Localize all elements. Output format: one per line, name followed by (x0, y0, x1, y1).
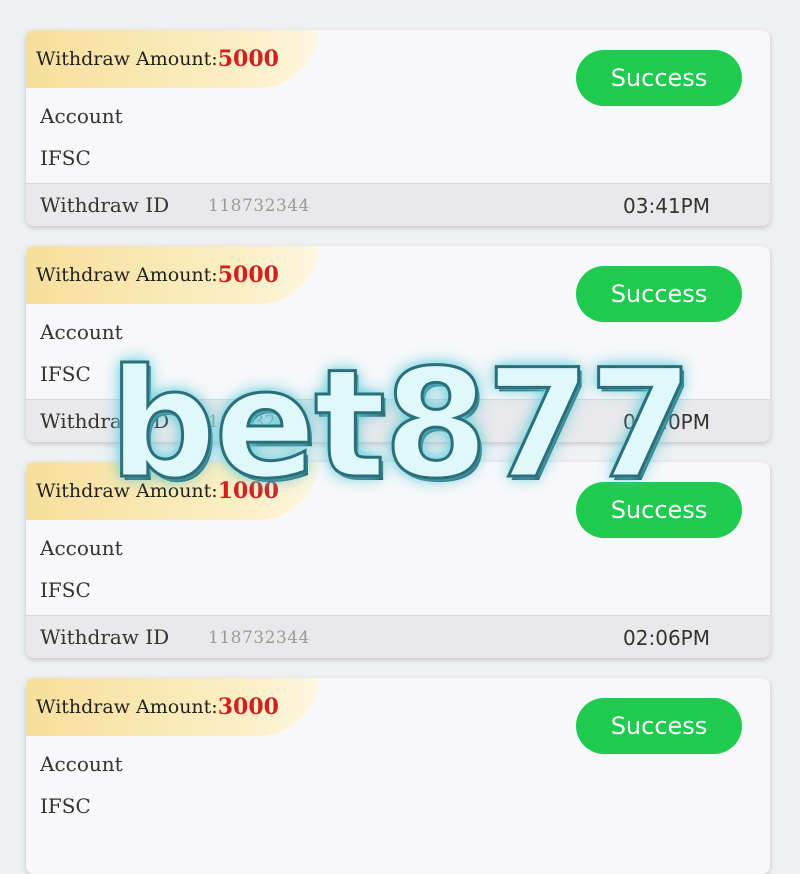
withdraw-record-card: Withdraw Amount: 3000 Success Account IFS… (26, 678, 770, 874)
amount-tab: Withdraw Amount: 5000 (26, 30, 318, 88)
record-footer: Withdraw ID 118732344 03:41PM (26, 183, 770, 226)
withdraw-id-label: Withdraw ID (40, 625, 170, 649)
account-label: Account (40, 104, 123, 128)
amount-tab: Withdraw Amount: 3000 (26, 678, 318, 736)
account-label: Account (40, 320, 123, 344)
ifsc-label: IFSC (40, 146, 91, 170)
ifsc-label: IFSC (40, 578, 91, 602)
amount-value: 3000 (217, 694, 279, 720)
ifsc-label: IFSC (40, 794, 91, 818)
status-success-button[interactable]: Success (576, 698, 742, 754)
amount-value: 5000 (217, 262, 279, 288)
withdraw-id-label: Withdraw ID (40, 409, 170, 433)
amount-tab: Withdraw Amount: 1000 (26, 462, 318, 520)
withdraw-record-card: Withdraw Amount: 5000 Success Account IFS… (26, 30, 770, 226)
amount-label: Withdraw Amount: (36, 48, 218, 70)
record-time: 02:06PM (623, 626, 710, 650)
amount-value: 1000 (217, 478, 279, 504)
record-footer: Withdraw ID 118732344 02:06PM (26, 615, 770, 658)
amount-tab: Withdraw Amount: 5000 (26, 246, 318, 304)
withdraw-id-label: Withdraw ID (40, 193, 170, 217)
amount-label: Withdraw Amount: (36, 264, 218, 286)
record-time: 03:41PM (623, 194, 710, 218)
withdraw-record-card: Withdraw Amount: 5000 Success Account IFS… (26, 246, 770, 442)
withdraw-record-card: Withdraw Amount: 1000 Success Account IFS… (26, 462, 770, 658)
withdraw-id-value: 118732344 (208, 628, 310, 648)
record-footer: Withdraw ID 118732344 02:20PM (26, 399, 770, 442)
amount-label: Withdraw Amount: (36, 480, 218, 502)
account-label: Account (40, 752, 123, 776)
ifsc-label: IFSC (40, 362, 91, 386)
record-time: 02:20PM (623, 410, 710, 434)
status-success-button[interactable]: Success (576, 482, 742, 538)
amount-label: Withdraw Amount: (36, 696, 218, 718)
status-success-button[interactable]: Success (576, 50, 742, 106)
withdraw-id-value: 118732344 (208, 196, 310, 216)
withdraw-id-value: 118732344 (208, 412, 310, 432)
account-label: Account (40, 536, 123, 560)
amount-value: 5000 (217, 46, 279, 72)
status-success-button[interactable]: Success (576, 266, 742, 322)
